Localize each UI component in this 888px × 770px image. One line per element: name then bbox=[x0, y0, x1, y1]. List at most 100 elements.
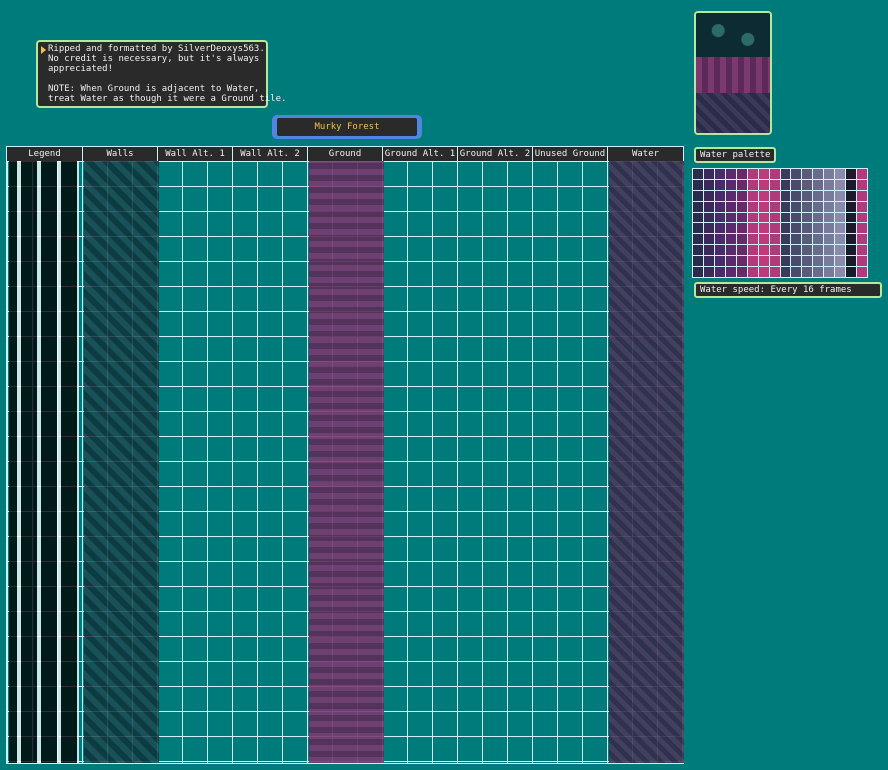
palette-swatch bbox=[813, 256, 824, 267]
palette-swatch bbox=[780, 169, 791, 179]
palette-swatch bbox=[846, 223, 857, 234]
palette-swatch bbox=[791, 201, 802, 212]
palette-swatch bbox=[736, 234, 747, 245]
palette-swatch bbox=[813, 169, 824, 179]
palette-swatch bbox=[857, 234, 867, 245]
palette-swatch bbox=[791, 234, 802, 245]
palette-swatch bbox=[791, 190, 802, 201]
palette-swatch bbox=[857, 267, 867, 277]
palette-swatch bbox=[857, 256, 867, 267]
palette-swatch bbox=[703, 256, 714, 267]
header-wall-alt-2: Wall Alt. 2 bbox=[233, 147, 308, 161]
palette-swatch bbox=[693, 179, 703, 190]
palette-swatch bbox=[835, 234, 846, 245]
credits-line-4: NOTE: When Ground is adjacent to Water, bbox=[48, 84, 260, 94]
palette-swatch bbox=[857, 212, 867, 223]
palette-swatch bbox=[693, 267, 703, 277]
palette-swatch bbox=[846, 256, 857, 267]
palette-swatch bbox=[791, 267, 802, 277]
palette-swatch bbox=[813, 234, 824, 245]
palette-swatch bbox=[824, 223, 835, 234]
palette-swatch bbox=[846, 212, 857, 223]
palette-swatch bbox=[747, 190, 758, 201]
palette-swatch bbox=[736, 169, 747, 179]
palette-swatch bbox=[714, 212, 725, 223]
water-palette bbox=[692, 168, 868, 278]
palette-swatch bbox=[813, 212, 824, 223]
palette-swatch bbox=[791, 179, 802, 190]
palette-swatch bbox=[857, 201, 867, 212]
palette-swatch bbox=[791, 223, 802, 234]
palette-swatch bbox=[802, 179, 813, 190]
palette-swatch bbox=[714, 169, 725, 179]
palette-swatch bbox=[747, 245, 758, 256]
palette-swatch bbox=[736, 179, 747, 190]
palette-swatch bbox=[824, 234, 835, 245]
palette-swatch bbox=[802, 267, 813, 277]
palette-swatch bbox=[824, 212, 835, 223]
palette-swatch bbox=[780, 267, 791, 277]
palette-swatch bbox=[703, 179, 714, 190]
palette-swatch bbox=[725, 223, 736, 234]
column-headers: Legend Walls Wall Alt. 1 Wall Alt. 2 Gro… bbox=[7, 147, 683, 161]
palette-swatch bbox=[780, 223, 791, 234]
palette-swatch bbox=[758, 256, 769, 267]
palette-swatch bbox=[725, 179, 736, 190]
palette-swatch bbox=[725, 234, 736, 245]
palette-swatch bbox=[835, 169, 846, 179]
palette-swatch bbox=[769, 169, 780, 179]
palette-swatch bbox=[693, 201, 703, 212]
title-text: Murky Forest bbox=[277, 118, 417, 136]
palette-swatch bbox=[747, 234, 758, 245]
palette-swatch bbox=[846, 201, 857, 212]
palette-swatch bbox=[835, 190, 846, 201]
palette-swatch bbox=[703, 245, 714, 256]
palette-swatch bbox=[758, 169, 769, 179]
walls-column bbox=[84, 161, 159, 763]
palette-swatch bbox=[835, 212, 846, 223]
palette-swatch bbox=[857, 169, 867, 179]
palette-swatch bbox=[747, 201, 758, 212]
credits-line-3: appreciated! bbox=[48, 64, 114, 74]
tileset-preview bbox=[694, 11, 772, 135]
palette-swatch bbox=[725, 245, 736, 256]
palette-swatch bbox=[835, 223, 846, 234]
palette-swatch bbox=[813, 201, 824, 212]
credits-line-2: No credit is necessary, but it's always bbox=[48, 54, 260, 64]
palette-swatch bbox=[846, 190, 857, 201]
palette-swatch bbox=[769, 223, 780, 234]
palette-swatch bbox=[835, 245, 846, 256]
palette-swatch bbox=[802, 223, 813, 234]
palette-swatch bbox=[813, 190, 824, 201]
palette-swatch bbox=[747, 169, 758, 179]
palette-swatch bbox=[824, 179, 835, 190]
palette-swatch bbox=[857, 179, 867, 190]
palette-swatch bbox=[714, 234, 725, 245]
palette-swatch bbox=[758, 212, 769, 223]
palette-swatch bbox=[835, 179, 846, 190]
palette-swatch bbox=[802, 245, 813, 256]
palette-swatch bbox=[736, 256, 747, 267]
palette-swatch bbox=[824, 245, 835, 256]
palette-swatch bbox=[693, 212, 703, 223]
palette-swatch bbox=[703, 223, 714, 234]
palette-swatch bbox=[714, 256, 725, 267]
palette-swatch bbox=[736, 201, 747, 212]
palette-swatch bbox=[769, 179, 780, 190]
credits-line-1: Ripped and formatted by SilverDeoxys563. bbox=[48, 44, 265, 54]
palette-swatch bbox=[846, 179, 857, 190]
palette-swatch bbox=[857, 190, 867, 201]
palette-swatch bbox=[736, 212, 747, 223]
palette-swatch bbox=[693, 234, 703, 245]
palette-swatch bbox=[703, 212, 714, 223]
palette-swatch bbox=[802, 212, 813, 223]
palette-swatch bbox=[769, 245, 780, 256]
header-ground: Ground bbox=[308, 147, 383, 161]
palette-swatch bbox=[758, 179, 769, 190]
palette-swatch bbox=[857, 223, 867, 234]
palette-swatch bbox=[769, 234, 780, 245]
palette-swatch bbox=[714, 245, 725, 256]
palette-swatch bbox=[802, 256, 813, 267]
palette-swatch bbox=[846, 234, 857, 245]
palette-swatch bbox=[747, 223, 758, 234]
